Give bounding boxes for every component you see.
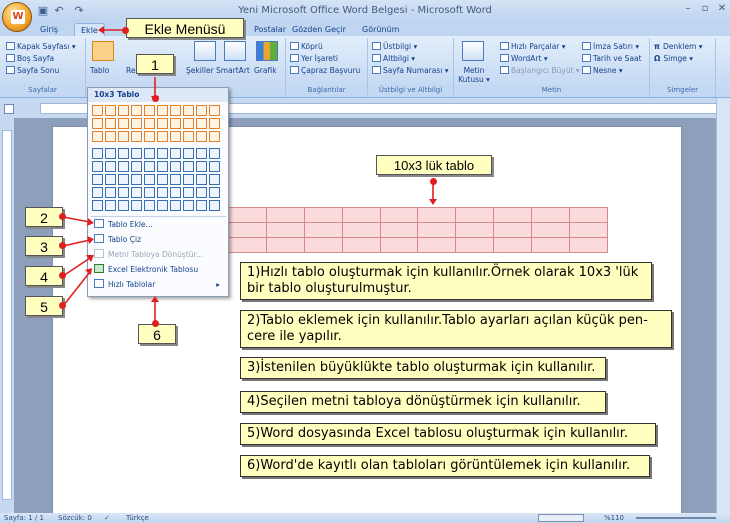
marker-dot-3 [59, 242, 66, 249]
callout-number-2: 2 [25, 207, 63, 227]
description-6: 6)Word'de kayıtlı olan tabloları görüntü… [240, 455, 650, 477]
insert-menu-callout: Ekle Menüsü [126, 18, 244, 38]
marker-dot-5 [59, 302, 66, 309]
callout-number-5: 5 [25, 296, 63, 316]
callout-number-3: 3 [25, 236, 63, 256]
description-1: 1)Hızlı tablo oluşturmak için kullanılır… [240, 262, 652, 300]
description-4: 4)Seçilen metni tabloya dönüştürmek için… [240, 391, 606, 413]
marker-dot-table [430, 178, 437, 185]
marker-dot-menu [122, 27, 129, 34]
callout-number-1: 1 [136, 54, 174, 74]
table-size-callout: 10x3 lük tablo [376, 155, 492, 175]
description-2: 2)Tablo eklemek için kullanılır.Tablo ay… [240, 310, 672, 348]
marker-dot-6 [152, 320, 159, 327]
marker-dot-1 [152, 95, 159, 102]
callout-number-6: 6 [138, 324, 176, 344]
callout-number-4: 4 [25, 266, 63, 286]
description-5: 5)Word dosyasında Excel tablosu oluşturm… [240, 423, 656, 445]
description-3: 3)İstenilen büyüklükte tablo oluşturmak … [240, 357, 606, 379]
marker-dot-2 [59, 213, 66, 220]
marker-dot-4 [59, 272, 66, 279]
